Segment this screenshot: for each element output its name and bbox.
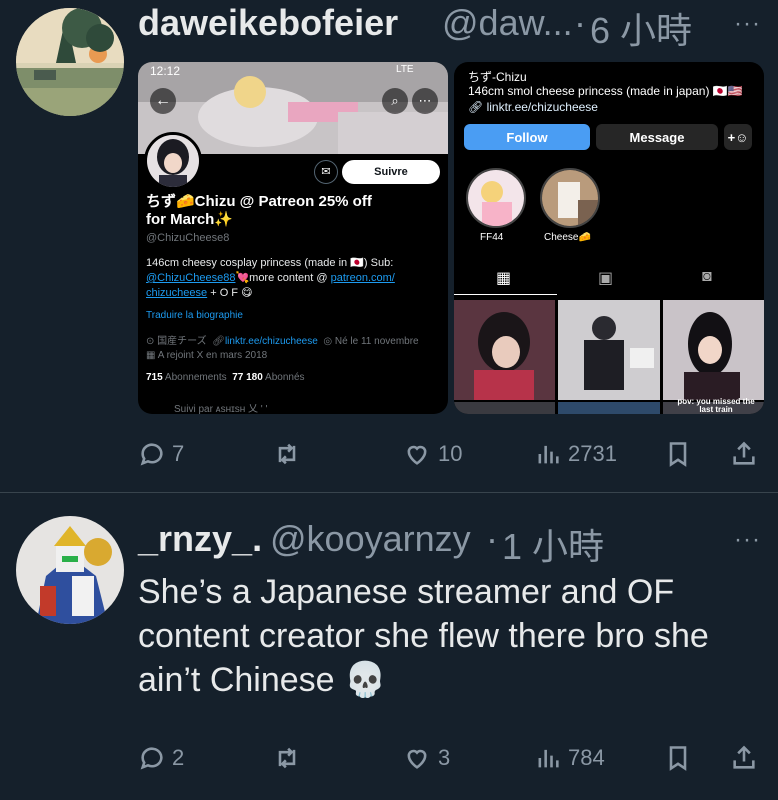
grid-tab-icon[interactable]: ▦ [496,268,511,288]
repost-button[interactable] [272,440,302,468]
birthday-text: Né le 11 novembre [334,336,419,347]
followers-count[interactable]: 77 180 [232,372,263,383]
grid-caption: pov: you missed the last train [677,397,755,414]
follow-button[interactable]: Suivre [342,160,440,184]
separator-dot: · [486,518,498,559]
views-count: 2731 [568,441,617,466]
views-button[interactable]: 2731 [534,440,617,468]
ig-link[interactable]: 🔗︎ linktr.ee/chizucheese [468,100,598,114]
active-tab-indicator [454,294,557,295]
tweet-text: She’s a Japanese streamer and OF content… [138,573,709,699]
repost-icon [278,443,296,465]
bookmark-icon [669,746,687,771]
ig-bio: 146cm smol cheese princess (made in japa… [468,84,743,98]
following-count[interactable]: 715 [146,372,163,383]
highlight-cheese[interactable] [540,168,600,228]
like-button[interactable]: 3 [402,744,450,772]
joined-row: ▦ A rejoint X en mars 2018 [146,350,267,361]
embedded-image-ig-profile[interactable]: ちず-Chizu 146cm smol cheese princess (mad… [454,62,764,414]
like-count: 10 [438,441,463,466]
highlight-label-1: FF44 [480,232,504,243]
heart-icon [407,749,427,769]
birthday-icon: ◎ [323,336,333,347]
profile-name-line1: ちず🧀Chizu @ Patreon 25% off [146,193,372,210]
reply-count: 2 [172,745,185,770]
bookmark-button[interactable] [664,744,692,772]
location-text: 国産チーズ [157,336,207,347]
author-name[interactable]: daweikebofeier [138,2,398,44]
views-button[interactable]: 784 [534,744,605,772]
tweet-divider [0,492,778,493]
add-person-icon[interactable]: +☺ [724,124,752,150]
joined-text: A rejoint X en mars 2018 [157,350,268,361]
like-button[interactable]: 10 [402,440,462,468]
embedded-image-x-profile[interactable]: 12:12 LTE ← ⌕ ⋯ ✉ Suivre ちず🧀Chizu @ Patr… [138,62,448,414]
repost-button[interactable] [272,744,302,772]
followers-label[interactable]: Abonnés [265,372,304,383]
separator-dot: · [574,2,586,43]
highlight-label-2: Cheese🧀 [544,232,591,243]
follow-counts: 715 Abonnements 77 180 Abonnés [146,372,305,383]
back-icon[interactable]: ← [150,88,176,114]
like-count: 3 [438,745,451,770]
views-icon [538,749,559,768]
bio-patreon-link-cont[interactable]: chizucheese [146,287,207,299]
reply-count: 7 [172,441,185,466]
ig-name: ちず-Chizu [468,70,527,84]
reply-icon [140,443,163,466]
share-icon [733,745,755,769]
bookmark-icon [669,442,687,467]
highlight-ff44[interactable] [466,168,526,228]
link-icon: 🔗︎ [212,336,225,347]
bio-line2: @ChizuCheese88💘more content @ patreon.co… [146,271,395,284]
profile-handle: @ChizuCheese8 [146,232,230,244]
more-options-icon[interactable]: ··· [734,526,761,554]
reply-icon [140,747,163,770]
ig-follow-button[interactable]: Follow [464,124,590,150]
overflow-menu-icon[interactable]: ⋯ [412,88,438,114]
reels-tab-icon[interactable]: ▣ [598,268,613,288]
followed-by: Suivi par ᴀsʜɪsʜ 乂 ' ' [174,404,268,414]
translate-bio-link[interactable]: Traduire la biographie [146,310,243,321]
message-icon[interactable]: ✉ [314,160,338,184]
share-button[interactable] [730,744,758,772]
author-name[interactable]: _rnzy_. [138,518,262,560]
reply-button[interactable]: 2 [138,744,184,772]
bookmark-button[interactable] [664,440,692,468]
views-icon [538,445,559,464]
share-button[interactable] [730,440,758,468]
status-time: 12:12 [150,64,181,78]
location-icon: ⊙ [146,336,155,347]
network-indicator: LTE [396,64,414,75]
heart-icon [407,445,427,465]
link-icon: 🔗︎ [468,100,484,114]
ig-message-button[interactable]: Message [596,124,718,150]
share-icon [733,441,755,465]
search-icon[interactable]: ⌕ [382,88,408,114]
repost-icon [278,747,296,769]
more-options-icon[interactable]: ··· [734,10,761,38]
post-time[interactable]: 1 小時 [502,518,604,570]
bio-text-end: + O F 😋 [210,287,253,299]
author-avatar[interactable] [16,516,124,624]
profile-meta-row: ⊙ 国産チーズ 🔗︎linktr.ee/chizucheese ◎ Né le … [146,332,419,347]
calendar-icon: ▦ [146,350,156,361]
bio-line3: chizucheese + O F 😋 [146,286,253,299]
author-avatar[interactable] [16,8,124,116]
bio-patreon-link[interactable]: patreon.com/ [331,272,395,284]
bio-mention-link[interactable]: @ChizuCheese88 [146,272,235,284]
post-time[interactable]: 6 小時 [590,2,692,54]
tagged-tab-icon[interactable]: ◙ [702,268,712,286]
website-link[interactable]: linktr.ee/chizucheese [225,336,318,347]
bio-text: 💘more content @ [235,272,328,284]
profile-avatar[interactable] [144,132,202,190]
views-count: 784 [568,745,605,770]
author-handle[interactable]: @kooyarnzy [270,518,471,560]
bio-line1: 146cm cheesy cosplay princess (made in 🇯… [146,257,394,269]
profile-name-line2: for March✨ [146,211,234,228]
ig-link-text[interactable]: linktr.ee/chizucheese [487,100,598,114]
following-label[interactable]: Abonnements [165,372,227,383]
author-handle[interactable]: @daw... [442,2,573,44]
reply-button[interactable]: 7 [138,440,184,468]
